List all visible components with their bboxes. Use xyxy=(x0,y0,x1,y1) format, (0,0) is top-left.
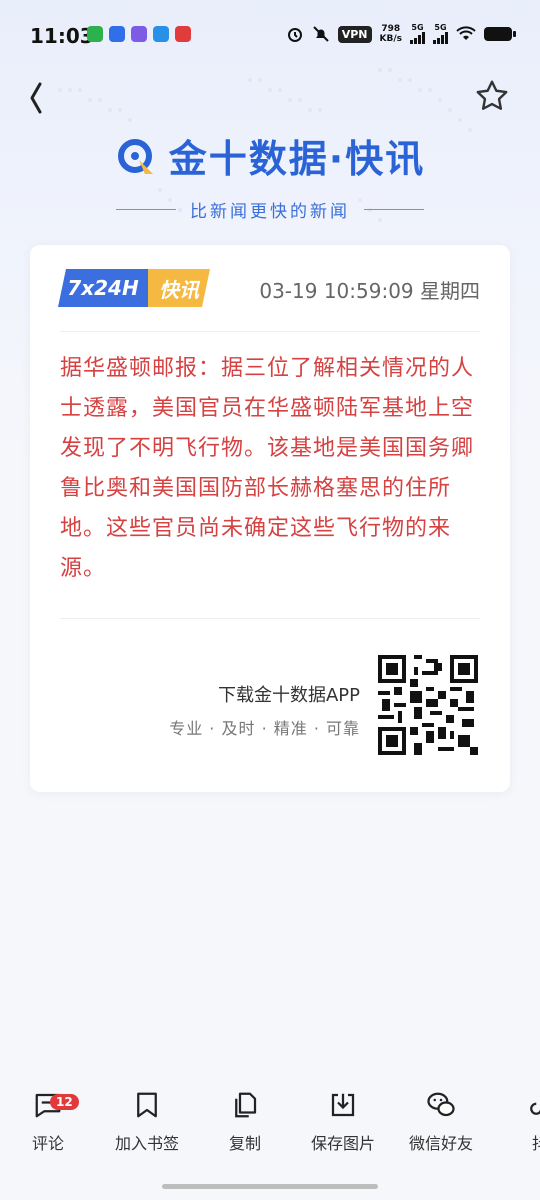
wechat-share-button[interactable]: 微信好友 xyxy=(393,1090,489,1154)
bottom-action-bar: 评论 12 加入书签 复制 保存图片 微信好友 抖 xyxy=(0,1080,540,1170)
copy-label: 复制 xyxy=(228,1134,261,1153)
save-image-label: 保存图片 xyxy=(310,1134,375,1153)
news-content: 据华盛顿邮报：据三位了解相关情况的人士透露，美国官员在华盛顿陆军基地上空发现了不… xyxy=(60,356,475,581)
save-image-button[interactable]: 保存图片 xyxy=(295,1090,391,1154)
net-speed-value: 798 xyxy=(381,24,401,34)
notification-icons xyxy=(87,26,191,42)
douyin-share-label: 抖 xyxy=(531,1134,540,1153)
wechat-share-label: 微信好友 xyxy=(408,1134,473,1153)
vpn-badge: VPN xyxy=(337,25,372,43)
news-datetime: 03-19 10:59:09 星期四 xyxy=(259,279,480,303)
chevron-left-icon xyxy=(30,82,42,114)
favorite-button[interactable] xyxy=(474,78,510,114)
brand-slogan: 比新闻更快的新闻 xyxy=(190,202,350,222)
badge-flash: 快讯 xyxy=(148,269,210,307)
signal-2-label: 5G xyxy=(434,23,447,32)
telegram-notification-icon xyxy=(153,26,169,42)
net-speed: 798 KB/s xyxy=(380,24,402,44)
wifi-icon xyxy=(456,26,476,40)
brand-header: 金十数据·快讯 比新闻更快的新闻 xyxy=(0,128,540,222)
douyin-share-button[interactable]: 抖 xyxy=(492,1090,540,1154)
divider xyxy=(60,618,480,619)
douyin-icon xyxy=(530,1102,540,1115)
flash-news-badge: 7x24H 快讯 xyxy=(58,269,210,307)
comment-label: 评论 xyxy=(31,1134,64,1153)
status-indicators: VPN 798 KB/s 5G 5G xyxy=(286,24,516,44)
status-bar: 11:03 VPN 798 KB/s 5G 5G xyxy=(0,0,540,70)
wechat-notification-icon xyxy=(87,26,103,42)
comment-count-badge: 12 xyxy=(50,1094,79,1110)
copy-button[interactable]: 复制 xyxy=(197,1090,293,1154)
alarm-icon xyxy=(287,28,302,42)
back-button[interactable] xyxy=(20,78,52,118)
app-tagline: 专业 · 及时 · 精准 · 可靠 xyxy=(169,719,360,738)
add-bookmark-button[interactable]: 加入书签 xyxy=(99,1090,195,1154)
download-icon xyxy=(331,1093,355,1117)
top-navigation xyxy=(0,70,540,126)
status-time: 11:03 xyxy=(30,24,94,48)
divider xyxy=(116,209,176,210)
net-speed-unit: KB/s xyxy=(379,34,402,44)
mute-icon xyxy=(313,26,329,42)
home-indicator[interactable] xyxy=(162,1184,378,1189)
news-card: 7x24H 快讯 03-19 10:59:09 星期四 据华盛顿邮报：据三位了解… xyxy=(30,245,510,792)
battery-icon xyxy=(484,27,516,41)
app-notification-icon xyxy=(131,26,147,42)
brand-name: 金十数据·快讯 xyxy=(168,137,426,181)
signal-1-label: 5G xyxy=(411,23,424,32)
signal-bars-icon xyxy=(433,32,448,44)
divider xyxy=(364,209,424,210)
signal-2: 5G xyxy=(433,24,448,44)
signal-1: 5G xyxy=(410,24,425,44)
signal-bars-icon xyxy=(410,32,425,44)
copy-icon xyxy=(235,1092,257,1118)
bookmark-icon xyxy=(137,1092,157,1118)
star-icon xyxy=(476,80,508,110)
qr-code xyxy=(378,655,478,755)
stock-notification-icon xyxy=(175,26,191,42)
comment-button[interactable]: 评论 12 xyxy=(0,1090,96,1154)
download-app-title: 下载金十数据APP xyxy=(217,685,360,706)
badge-7x24: 7x24H xyxy=(58,269,148,307)
bookmark-label: 加入书签 xyxy=(114,1134,179,1153)
app-notification-icon xyxy=(109,26,125,42)
wechat-icon xyxy=(427,1092,455,1117)
divider xyxy=(60,331,480,332)
jin10-logo-icon xyxy=(117,138,153,174)
